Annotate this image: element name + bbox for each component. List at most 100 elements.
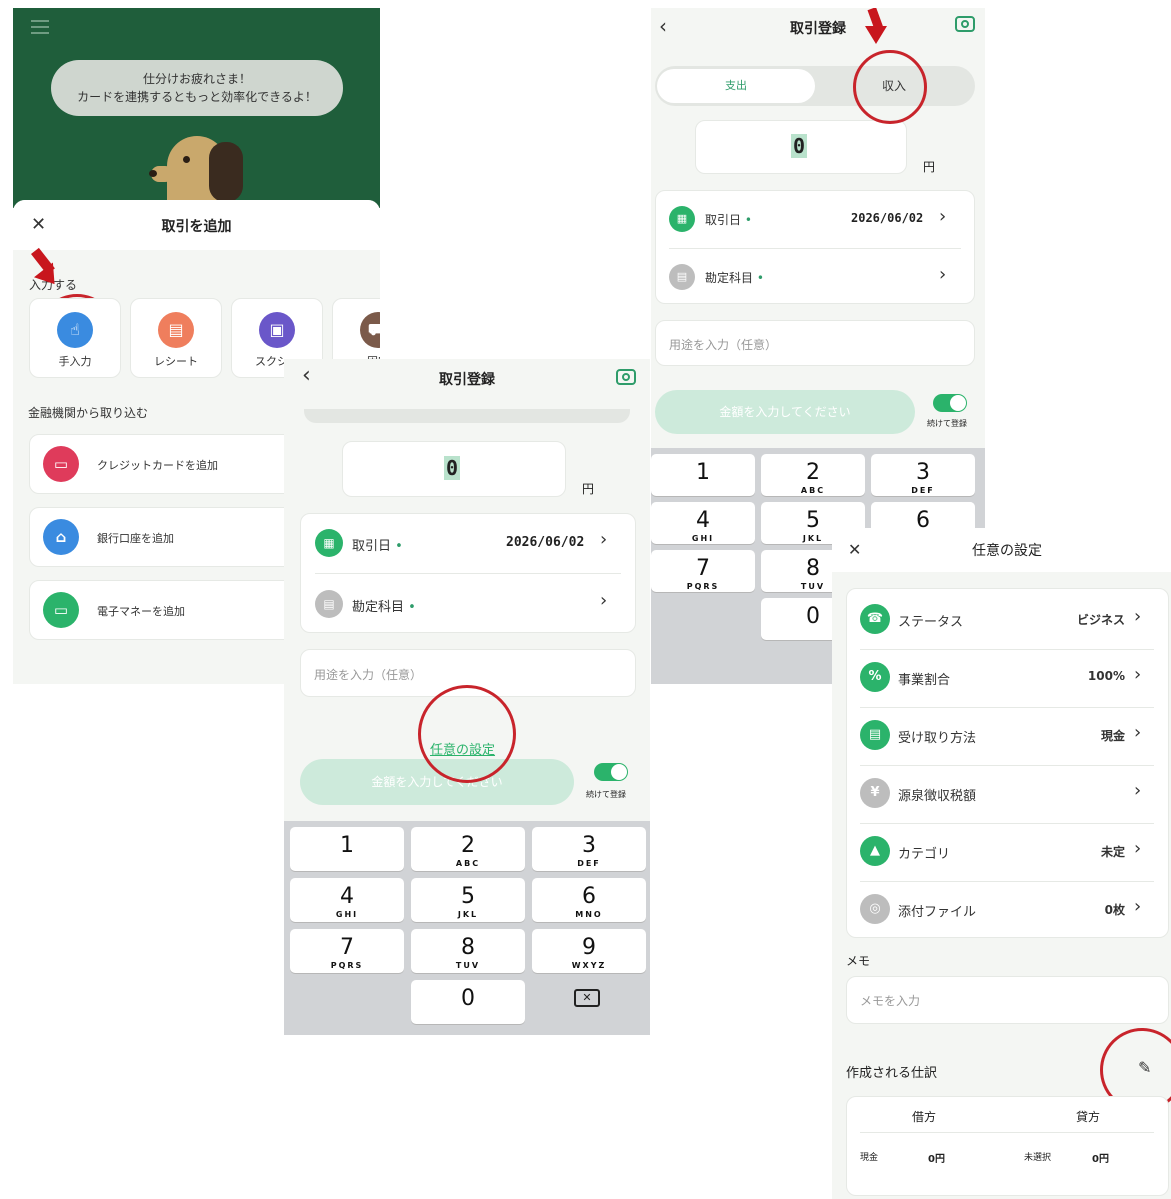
key-letters: WXYZ bbox=[571, 961, 607, 970]
receipt-icon: ▤ bbox=[860, 720, 890, 750]
key-digit: 6 bbox=[582, 884, 596, 909]
key-1[interactable]: 1 bbox=[651, 454, 755, 496]
annotation-circle-optional bbox=[418, 685, 516, 783]
panel-title: 任意の設定 bbox=[972, 543, 1042, 559]
calendar-icon: ▦ bbox=[669, 206, 695, 232]
key-1[interactable]: 1 bbox=[290, 827, 404, 871]
chevron-right-icon[interactable]: › bbox=[1134, 896, 1141, 917]
key-letters: ABC bbox=[455, 859, 481, 868]
chevron-right-icon[interactable]: › bbox=[600, 529, 607, 550]
memo-placeholder: メモを入力 bbox=[860, 994, 921, 1008]
amount-value: 0 bbox=[444, 456, 461, 480]
key-digit: 1 bbox=[340, 833, 354, 858]
date-value[interactable]: 2026/06/02 bbox=[851, 211, 923, 225]
card-icon: ▭ bbox=[43, 446, 79, 482]
key-2[interactable]: 2 ABC bbox=[411, 827, 525, 871]
screenshot-icon: ▣ bbox=[259, 312, 295, 348]
wallet-icon: ▭ bbox=[43, 592, 79, 628]
chevron-right-icon[interactable]: › bbox=[1134, 780, 1141, 801]
chevron-right-icon[interactable]: › bbox=[939, 206, 946, 227]
key-7[interactable]: 7 PQRS bbox=[651, 550, 755, 592]
key-digit: 3 bbox=[582, 833, 596, 858]
key-0[interactable]: 0 bbox=[411, 980, 525, 1024]
key-letters: PQRS bbox=[686, 582, 720, 591]
input-option-label: 手入力 bbox=[58, 355, 92, 368]
key-letters: DEF bbox=[911, 486, 935, 495]
key-digit: 9 bbox=[582, 935, 596, 960]
speech-bubble: 仕分けお疲れさま！ カードを連携するともっと効率化できるよ！ bbox=[51, 60, 343, 116]
currency-label: 円 bbox=[582, 482, 595, 496]
tax-icon: ¥ bbox=[860, 778, 890, 808]
key-digit: 7 bbox=[340, 935, 354, 960]
hamburger-icon[interactable] bbox=[31, 20, 49, 34]
panel-register-transaction: ‹ 取引登録 0 円 ▦ 取引日 • 2026/06/02 › ▤ 勘定科目 •… bbox=[284, 359, 650, 1035]
type-toggle-partial bbox=[304, 409, 630, 423]
percent-icon: % bbox=[860, 662, 890, 692]
chevron-right-icon[interactable]: › bbox=[1134, 838, 1141, 859]
key-8[interactable]: 8 TUV bbox=[411, 929, 525, 973]
status-icon: ☎ bbox=[860, 604, 890, 634]
bank-icon: ⌂ bbox=[43, 519, 79, 555]
import-item-label: クレジットカードを追加 bbox=[97, 459, 218, 472]
purpose-placeholder: 用途を入力（任意） bbox=[314, 668, 423, 682]
panel-optional-settings: ✕ 任意の設定 メモ メモを入力 作成される仕訳 ✎ 借方 貸方 現金 0円 未… bbox=[832, 528, 1171, 1199]
continue-label: 続けて登録 bbox=[927, 419, 967, 428]
chevron-right-icon[interactable]: › bbox=[939, 264, 946, 285]
annotation-circle-income bbox=[853, 50, 927, 124]
key-digit: 8 bbox=[461, 935, 475, 960]
key-letters: ABC bbox=[800, 486, 826, 495]
chevron-right-icon[interactable]: › bbox=[1134, 606, 1141, 627]
screen-title: 取引登録 bbox=[439, 372, 495, 388]
dog-mascot-icon bbox=[147, 130, 247, 210]
settings-row-value: 未定 bbox=[1100, 845, 1125, 859]
annotation-arrow-icon bbox=[863, 8, 889, 48]
import-item-label: 銀行口座を追加 bbox=[97, 532, 174, 545]
key-2[interactable]: 2 ABC bbox=[761, 454, 865, 496]
date-account-card bbox=[655, 190, 975, 304]
key-9[interactable]: 9 WXYZ bbox=[532, 929, 646, 973]
touch-icon: ☝ bbox=[57, 312, 93, 348]
chevron-right-icon[interactable]: › bbox=[600, 590, 607, 611]
submit-button[interactable]: 金額を入力してください bbox=[655, 390, 915, 434]
settings-row-value: 現金 bbox=[1100, 729, 1125, 743]
key-digit: 2 bbox=[461, 833, 475, 858]
chevron-right-icon[interactable]: › bbox=[1134, 722, 1141, 743]
key-3[interactable]: 3 DEF bbox=[532, 827, 646, 871]
key-5[interactable]: 5 JKL bbox=[411, 878, 525, 922]
screen-title: 取引登録 bbox=[790, 21, 846, 37]
settings-row-label: 源泉徴収税額 bbox=[898, 789, 977, 804]
key-4[interactable]: 4 GHI bbox=[651, 502, 755, 544]
key-letters: GHI bbox=[335, 910, 359, 919]
sheet-title: 取引を追加 bbox=[161, 219, 232, 235]
date-label: 取引日 • bbox=[352, 539, 403, 554]
account-label[interactable]: 勘定科目 • bbox=[352, 596, 416, 615]
settings-row-3[interactable] bbox=[846, 766, 1169, 824]
key-6[interactable]: 6MNO bbox=[532, 878, 646, 922]
account-label[interactable]: 勘定科目 • bbox=[705, 269, 764, 286]
key-3[interactable]: 3 DEF bbox=[871, 454, 975, 496]
annotation-arrow-icon bbox=[25, 247, 64, 294]
key-digit: 0 bbox=[461, 986, 475, 1011]
key-digit: 1 bbox=[696, 460, 710, 485]
continue-toggle[interactable] bbox=[933, 394, 967, 412]
continue-toggle[interactable] bbox=[594, 763, 628, 781]
date-label: 取引日 • bbox=[705, 213, 752, 227]
settings-row-value: 100% bbox=[1087, 669, 1125, 683]
settings-row-value: 0枚 bbox=[1104, 903, 1125, 917]
tab-expense[interactable]: 支出 bbox=[657, 69, 815, 103]
backspace-icon[interactable]: ✕ bbox=[574, 989, 600, 1007]
date-value[interactable]: 2026/06/02 bbox=[506, 535, 584, 550]
attachment-icon: ◎ bbox=[860, 894, 890, 924]
key-letters: JKL bbox=[457, 910, 479, 919]
debit-header: 借方 bbox=[912, 1110, 937, 1124]
settings-row-label: ステータス bbox=[898, 615, 964, 630]
divider bbox=[315, 573, 621, 574]
camera-icon[interactable] bbox=[955, 16, 975, 32]
settings-row-value: ビジネス bbox=[1076, 613, 1125, 627]
key-letters: MNO bbox=[575, 910, 603, 919]
key-4[interactable]: 4 GHI bbox=[290, 878, 404, 922]
key-7[interactable]: 7 PQRS bbox=[290, 929, 404, 973]
chevron-right-icon[interactable]: › bbox=[1134, 664, 1141, 685]
camera-icon[interactable] bbox=[616, 369, 636, 385]
journal-title: 作成される仕訳 bbox=[846, 1066, 938, 1081]
